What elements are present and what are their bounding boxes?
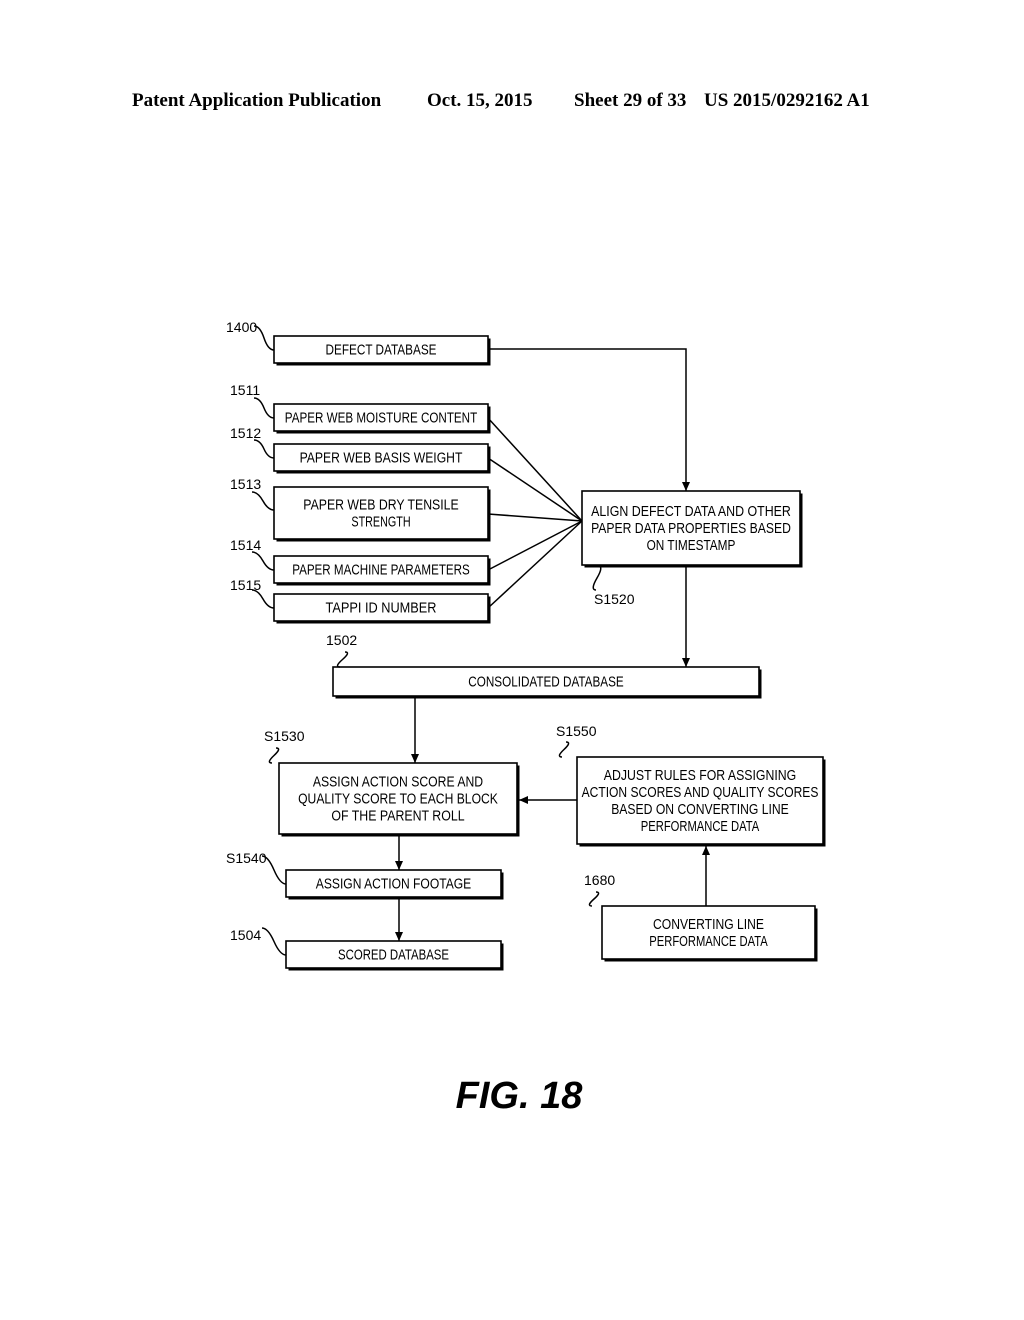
node-adjust-rules: ADJUST RULES FOR ASSIGNINGACTION SCORES … <box>556 723 826 847</box>
node-scored-db: SCORED DATABASE 1504 <box>230 927 504 971</box>
leader-squiggle <box>253 439 275 459</box>
node-moisture: PAPER WEB MOISTURE CONTENT 1511 <box>230 382 491 434</box>
reference-number: 1504 <box>230 927 261 943</box>
reference-number: S1530 <box>264 728 305 744</box>
reference-number: 1514 <box>230 537 261 553</box>
box-label: OF THE PARENT ROLL <box>331 808 464 825</box>
box-label: ON TIMESTAMP <box>647 537 736 554</box>
box-label: STRENGTH <box>351 514 410 531</box>
leader-squiggle <box>268 747 280 764</box>
box-label: PERFORMANCE DATA <box>641 818 759 835</box>
figure-label: FIG. 18 <box>456 1075 584 1117</box>
leader-squiggle <box>592 565 602 591</box>
node-tensile: PAPER WEB DRY TENSILESTRENGTH 1513 <box>230 476 491 542</box>
box-label: PAPER WEB DRY TENSILE <box>303 497 458 514</box>
reference-number: S1520 <box>594 591 635 607</box>
node-assign-scores: ASSIGN ACTION SCORE ANDQUALITY SCORE TO … <box>264 728 520 837</box>
leader-squiggle <box>251 551 275 571</box>
edge-defect-db-to-align <box>488 348 690 491</box>
leader-squiggle <box>588 891 600 907</box>
leader-squiggle <box>558 741 570 758</box>
box-label: ADJUST RULES FOR ASSIGNING <box>604 767 796 784</box>
leader-squiggle <box>261 927 287 956</box>
box-label: PAPER MACHINE PARAMETERS <box>292 562 470 579</box>
box-label: ACTION SCORES AND QUALITY SCORES <box>582 784 819 801</box>
box-label: BASED ON CONVERTING LINE <box>611 801 789 818</box>
nodes: DEFECT DATABASE 1400 PAPER WEB MOISTURE CO… <box>226 319 826 971</box>
edge-tappi-to-align <box>487 520 583 609</box>
reference-number: S1550 <box>556 723 597 739</box>
node-consolidated: CONSOLIDATED DATABASE 1502 <box>326 632 762 699</box>
box-label: PERFORMANCE DATA <box>649 933 767 950</box>
edges <box>395 348 710 941</box>
node-converting: CONVERTING LINEPERFORMANCE DATA 1680 <box>584 872 818 962</box>
edge-tensile-to-align <box>487 513 583 522</box>
reference-number: 1680 <box>584 872 615 888</box>
box-label: ALIGN DEFECT DATA AND OTHER <box>591 503 791 520</box>
box-label: CONSOLIDATED DATABASE <box>468 674 623 691</box>
box-label: PAPER WEB BASIS WEIGHT <box>300 450 463 467</box>
box-label: DEFECT DATABASE <box>326 342 437 359</box>
reference-number: S1540 <box>226 850 267 866</box>
box-label: PAPER WEB MOISTURE CONTENT <box>285 410 477 427</box>
box-label: QUALITY SCORE TO EACH BLOCK <box>298 791 498 808</box>
reference-number: 1513 <box>230 476 261 492</box>
reference-number: 1502 <box>326 632 357 648</box>
box-label: PAPER DATA PROPERTIES BASED <box>591 520 791 537</box>
box-label: CONVERTING LINE <box>653 916 764 933</box>
leader-squiggle <box>251 491 275 511</box>
node-assign-footage: ASSIGN ACTION FOOTAGE S1540 <box>226 850 504 900</box>
edge-machine-params-to-align <box>487 520 583 571</box>
box-label: ASSIGN ACTION FOOTAGE <box>316 876 471 893</box>
flowchart: DEFECT DATABASE 1400 PAPER WEB MOISTURE CO… <box>226 319 826 1117</box>
box-label: ASSIGN ACTION SCORE AND <box>313 774 483 791</box>
node-defect-db: DEFECT DATABASE 1400 <box>226 319 491 366</box>
reference-number: 1512 <box>230 425 261 441</box>
leader-squiggle <box>253 397 275 419</box>
reference-number: 1511 <box>230 382 260 398</box>
node-align: ALIGN DEFECT DATA AND OTHERPAPER DATA PR… <box>581 490 803 607</box>
edge-moisture-to-align <box>487 417 583 522</box>
reference-number: 1400 <box>226 319 257 335</box>
node-machine-params: PAPER MACHINE PARAMETERS 1514 <box>230 537 491 586</box>
box-label: SCORED DATABASE <box>338 947 449 964</box>
leader-squiggle <box>336 651 349 668</box>
box-label: TAPPI ID NUMBER <box>326 600 437 617</box>
edge-basis-weight-to-align <box>487 457 583 522</box>
